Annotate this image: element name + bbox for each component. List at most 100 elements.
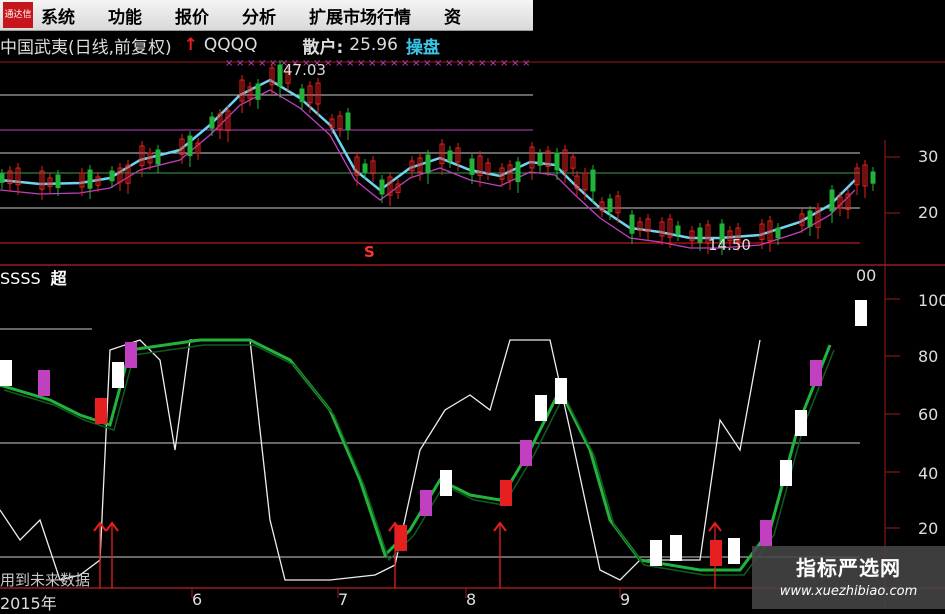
lower-y-tick-100: 100 bbox=[918, 291, 945, 310]
indicator-block bbox=[810, 360, 822, 386]
operate-label: 操盘 bbox=[405, 37, 440, 58]
oscillator-green-line bbox=[0, 338, 832, 572]
site-watermark: 指标严选网 www.xuezhibiao.com bbox=[752, 546, 945, 609]
candle-body bbox=[590, 169, 596, 192]
chart-canvas: × × × × × × × × × × × × × × × × × × × × × × × × × × × × bbox=[0, 58, 945, 609]
indicator-block bbox=[780, 460, 792, 486]
dot-marker: × bbox=[500, 58, 508, 69]
date-label: 9 bbox=[620, 590, 631, 609]
oscillator-green-shadow bbox=[3, 344, 835, 576]
candle-body bbox=[187, 135, 193, 157]
lower-y-tick-40: 40 bbox=[918, 464, 939, 483]
indicator-block bbox=[95, 398, 107, 424]
dot-marker: × bbox=[423, 58, 431, 69]
candle-body bbox=[554, 152, 560, 171]
indicator-block bbox=[650, 540, 662, 566]
upper-y-tick-30: 30 bbox=[918, 147, 939, 166]
candle-body bbox=[807, 210, 813, 227]
up-arrow-icon: ↑ bbox=[183, 35, 198, 55]
indicator-block bbox=[710, 540, 722, 566]
date-label: 6 bbox=[192, 590, 203, 609]
indicator-block bbox=[728, 538, 740, 564]
indicator-block bbox=[500, 480, 512, 506]
dot-marker: × bbox=[357, 58, 365, 69]
indicator-block bbox=[395, 525, 407, 551]
indicator-subname: 超 bbox=[50, 269, 67, 288]
lower-y-tick-80: 80 bbox=[918, 347, 939, 366]
dot-marker: × bbox=[258, 58, 266, 69]
candle-body bbox=[425, 154, 431, 174]
indicator-block bbox=[795, 410, 807, 436]
retail-value: 25.96 bbox=[349, 35, 398, 55]
indicator-block bbox=[112, 362, 124, 388]
candle-body bbox=[675, 225, 681, 235]
lower-y-tick-60: 60 bbox=[918, 405, 939, 424]
candle-body bbox=[0, 173, 5, 183]
candle-body bbox=[362, 163, 368, 173]
low-price-label: 14.50 bbox=[708, 236, 751, 254]
candle-body bbox=[447, 150, 453, 162]
indicator-block bbox=[125, 342, 137, 368]
indicator-block bbox=[555, 378, 567, 404]
sell-marker: S bbox=[364, 243, 375, 261]
indicator-block bbox=[420, 490, 432, 516]
dot-marker: × bbox=[346, 58, 354, 69]
candle-body bbox=[469, 158, 475, 175]
stock-title: 中国武夷(日线,前复权) bbox=[0, 37, 172, 58]
candle-body bbox=[55, 174, 61, 189]
upper-y-tick-20: 20 bbox=[918, 203, 939, 222]
candle-body bbox=[515, 161, 521, 183]
indicator-block bbox=[760, 520, 772, 546]
menu-function[interactable]: 功能 bbox=[108, 3, 142, 28]
menu-info[interactable]: 资 bbox=[444, 3, 461, 28]
menu-bar: 通达信 系统 功能 报价 分析 扩展市场行情 资 bbox=[0, 0, 533, 31]
date-label: 2015年 bbox=[0, 594, 57, 613]
dot-marker: × bbox=[511, 58, 519, 69]
date-label: 7 bbox=[338, 590, 349, 609]
candle-body bbox=[870, 171, 876, 184]
indicator-block bbox=[440, 470, 452, 496]
retail-label: 散户: bbox=[302, 37, 344, 58]
indicator-block bbox=[38, 370, 50, 396]
stock-info-bar: 中国武夷(日线,前复权) ↑ QQQQ 散户: 25.96 操盘 bbox=[0, 31, 533, 59]
candle-body bbox=[109, 170, 115, 182]
menu-extended-market[interactable]: 扩展市场行情 bbox=[309, 3, 411, 28]
dot-marker: × bbox=[467, 58, 475, 69]
candle-body bbox=[697, 227, 703, 243]
indicator-title: SSSS 超 bbox=[0, 265, 67, 289]
candle-body bbox=[345, 112, 351, 131]
candle-body bbox=[629, 214, 635, 234]
dot-marker: × bbox=[456, 58, 464, 69]
indicator-value: 00 bbox=[856, 266, 877, 285]
dot-marker: × bbox=[445, 58, 453, 69]
indicator-block bbox=[520, 440, 532, 466]
menu-analysis[interactable]: 分析 bbox=[242, 3, 276, 28]
menu-quote[interactable]: 报价 bbox=[175, 3, 209, 28]
dot-marker: × bbox=[489, 58, 497, 69]
dot-marker: × bbox=[522, 58, 530, 69]
dot-marker: × bbox=[225, 58, 233, 69]
upper-chart-panel: × × × × × × × × × × × × × × × × × × × × × × × × × × × × bbox=[0, 58, 945, 609]
menu-system[interactable]: 系统 bbox=[41, 3, 75, 28]
dot-marker: × bbox=[412, 58, 420, 69]
lower-y-tick-20: 20 bbox=[918, 519, 939, 538]
indicator-block bbox=[855, 300, 867, 326]
dot-marker: × bbox=[401, 58, 409, 69]
indicator-block bbox=[535, 395, 547, 421]
dot-marker: × bbox=[434, 58, 442, 69]
candle-body bbox=[829, 189, 835, 212]
candle-body bbox=[87, 169, 93, 189]
dot-marker: × bbox=[478, 58, 486, 69]
candle-body bbox=[277, 64, 283, 87]
indicator-block bbox=[0, 360, 12, 386]
candle-body bbox=[155, 149, 161, 165]
candle-body bbox=[537, 153, 543, 166]
signal-label: QQQQ bbox=[203, 35, 258, 55]
dot-marker: × bbox=[247, 58, 255, 69]
date-label: 8 bbox=[466, 590, 477, 609]
candle-body bbox=[299, 88, 305, 103]
dot-marker: × bbox=[269, 58, 277, 69]
dot-marker: × bbox=[335, 58, 343, 69]
dot-marker: × bbox=[236, 58, 244, 69]
indicator-name: SSSS bbox=[0, 269, 41, 288]
